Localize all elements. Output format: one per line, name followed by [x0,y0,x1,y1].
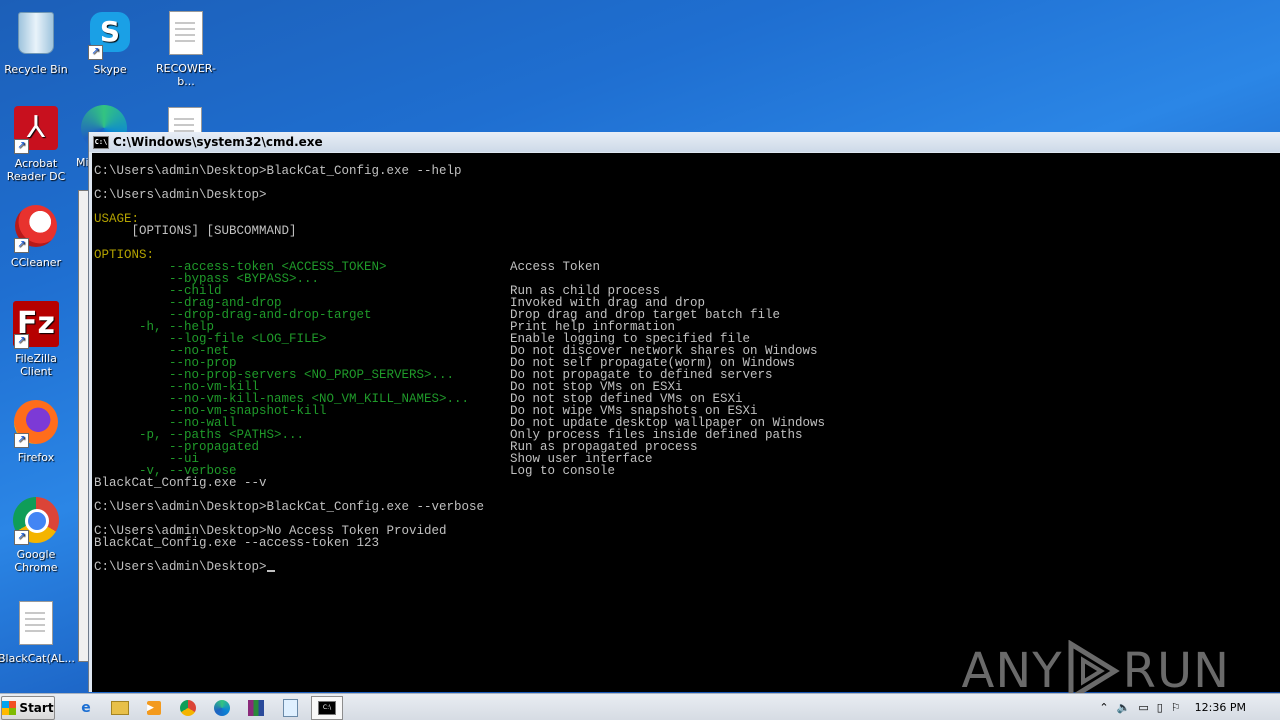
console-output[interactable]: C:\Users\admin\Desktop> BlackCat_Config.e… [92,153,1280,692]
desktop-icon-label: Recycle Bin [4,63,68,76]
document-icon [162,11,210,59]
windows-logo-icon [2,700,17,715]
console-line-text: C:\Users\admin\Desktop>BlackCat_Config.e… [94,164,462,178]
desktop-icon-label: FileZilla Client [15,352,57,378]
cmd-icon: C:\ [93,135,109,149]
acrobat-icon: ⅄ ↗ [12,106,60,154]
taskbar-winrar-icon[interactable] [243,697,269,719]
recycle-bin-icon [12,12,60,60]
firefox-icon: ↗ [12,400,60,448]
taskbar-explorer-icon[interactable] [107,697,133,719]
desktop-icon-label: RECOWER-b... [156,62,216,88]
desktop-icon-label: Skype [93,63,127,76]
console-line-text: [OPTIONS] [SUBCOMMAND] [94,224,297,238]
desktop-icon-label: Firefox [17,451,55,464]
cmd-title: C:\Windows\system32\cmd.exe [113,135,323,149]
start-label: Start [19,700,54,715]
desktop-icon-chrome[interactable]: ↗ Google Chrome [0,496,74,574]
text-cursor [266,570,275,572]
desktop-icon-ccleaner[interactable]: ↗ CCleaner [0,202,74,269]
filezilla-icon: Fz ↗ [12,301,60,349]
desktop-icon-document-2[interactable] [160,104,210,132]
flag-icon[interactable]: ⚐ [1171,701,1181,714]
desktop-icon-label: Acrobat Reader DC [6,157,66,183]
cmd-title-bar[interactable]: C:\ C:\Windows\system32\cmd.exe [89,132,1280,152]
console-line-text: BlackCat_Config.exe --v [94,476,267,490]
desktop-icon-recower[interactable]: RECOWER-b... [148,8,224,88]
taskbar: Start e ▶ C:\ ⌃ 🔈 ▭ ▯ ⚐ 12:36 PM [0,693,1280,720]
taskbar-chrome-icon[interactable] [175,697,201,719]
console-option-description: Log to console [510,464,616,478]
console-line-text: BlackCat_Config.exe --access-token 123 [94,536,380,550]
document-icon [12,601,60,649]
power-icon[interactable]: ▯ [1157,701,1163,714]
taskbar-ie-icon[interactable]: e [73,697,99,719]
document-icon [161,107,209,132]
desktop-icon-filezilla[interactable]: Fz ↗ FileZilla Client [0,300,74,378]
desktop-icon-skype[interactable]: S ↗ Skype [72,8,148,76]
cmd-window[interactable]: C:\ C:\Windows\system32\cmd.exe C:\Users… [88,132,1280,692]
watermark-any: ANY [961,643,1063,699]
taskbar-media-player-icon[interactable]: ▶ [141,697,167,719]
console-line-text: C:\Users\admin\Desktop>BlackCat_Config.e… [94,500,485,514]
network-icon[interactable]: ▭ [1138,701,1148,714]
taskbar-edge-icon[interactable] [209,697,235,719]
taskbar-cmd-icon[interactable]: C:\ [311,695,343,720]
desktop-icon-acrobat[interactable]: ⅄ ↗ Acrobat Reader DC [0,104,74,183]
volume-icon[interactable]: 🔈 [1117,701,1131,714]
chevron-up-icon[interactable]: ⌃ [1099,701,1108,714]
chrome-icon: ↗ [12,497,60,545]
console-option-description: Access Token [510,260,601,274]
desktop-icon-recycle-bin[interactable]: Recycle Bin [0,8,74,76]
system-tray: ⌃ 🔈 ▭ ▯ ⚐ 12:36 PM [1099,694,1280,720]
taskbar-notepad-icon[interactable] [277,697,303,719]
desktop-icon-label: CCleaner [10,256,62,269]
watermark-run: RUN [1122,643,1230,699]
clock[interactable]: 12:36 PM [1195,701,1246,714]
skype-icon: S ↗ [86,12,134,60]
start-button[interactable]: Start [1,695,55,720]
desktop-icon-blackcat[interactable]: BlackCat(AL... [0,598,75,665]
desktop-icon-label: Google Chrome [14,548,58,574]
desktop-icon-firefox[interactable]: ↗ Firefox [0,398,74,464]
console-line-text: C:\Users\admin\Desktop> [94,188,267,202]
console-prompt: C:\Users\admin\Desktop> [94,560,267,574]
ccleaner-icon: ↗ [12,205,60,253]
desktop-icon-label: BlackCat(AL... [0,652,75,665]
